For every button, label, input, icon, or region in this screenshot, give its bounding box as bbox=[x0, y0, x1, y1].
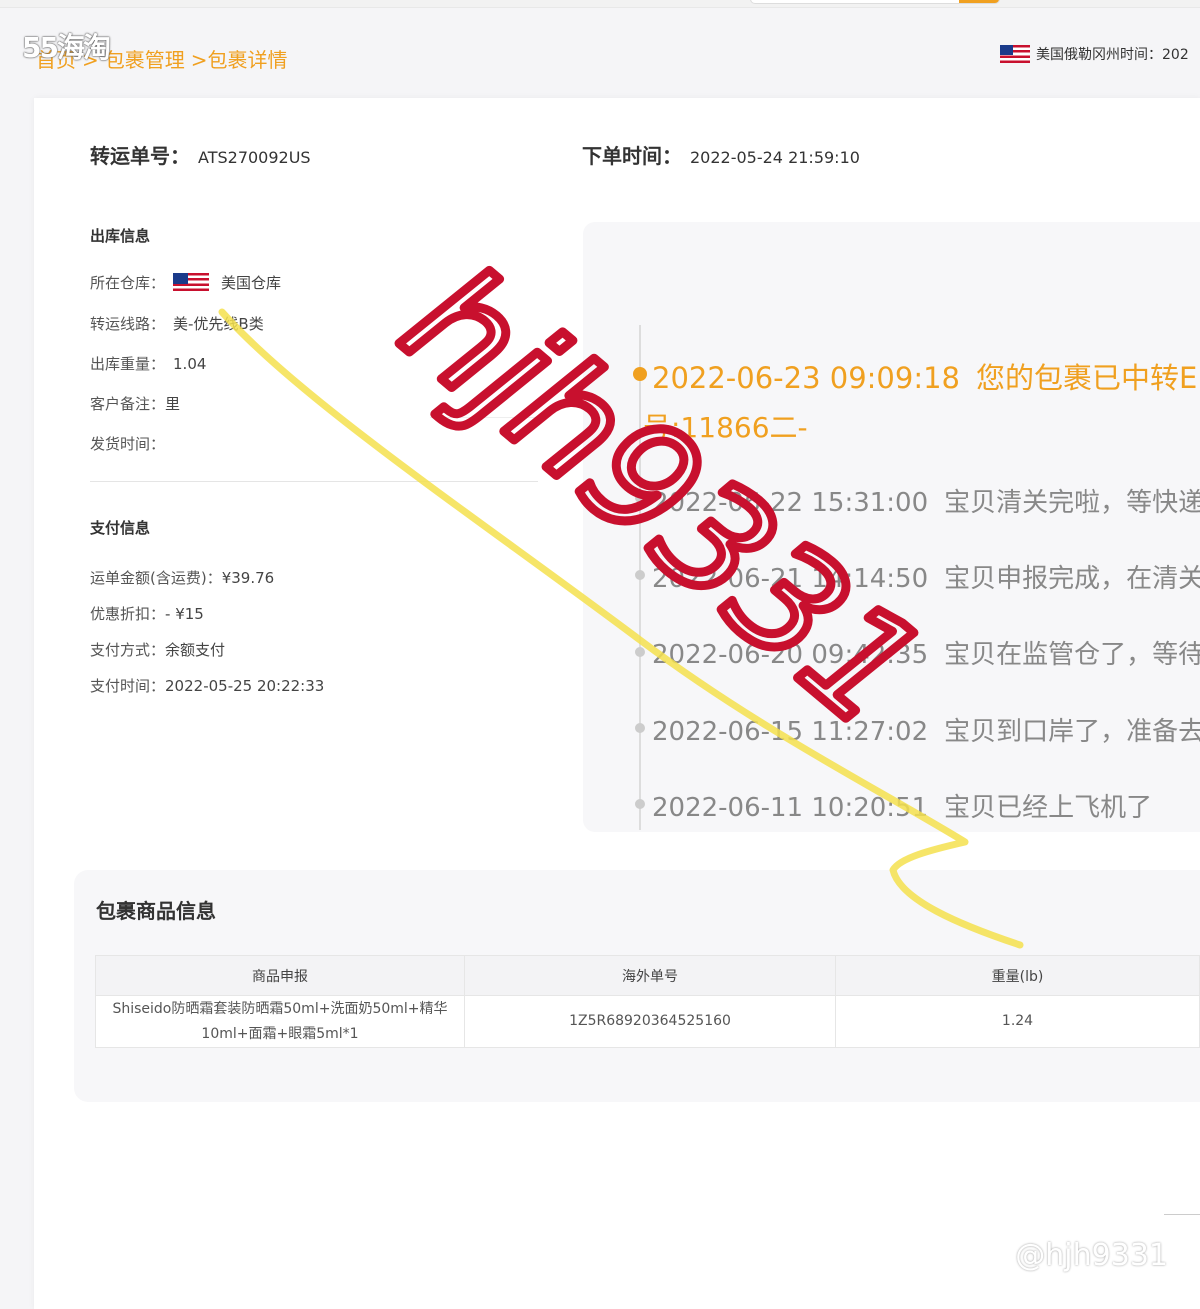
note-divider bbox=[430, 417, 538, 418]
timeline-dot bbox=[633, 367, 647, 381]
event-message: 宝贝清关完啦，等快递小 bbox=[944, 488, 1200, 518]
note-label: 客户备注： bbox=[90, 395, 166, 413]
timeline-event: 2022-06-11 10:20:51 宝贝已经上飞机了 bbox=[652, 787, 1152, 824]
amount-label: 运单金额(含运费)： bbox=[90, 569, 222, 587]
goods-table: 商品申报 海外单号 重量(lb) Shiseido防晒霜套装防晒霜50ml+洗面… bbox=[95, 955, 1200, 1048]
amount-row: 运单金额(含运费)： ¥39.76 bbox=[90, 567, 274, 588]
top-bar bbox=[0, 0, 1200, 8]
goods-declaration-cell: Shiseido防晒霜套装防晒霜50ml+洗面奶50ml+精华10ml+面霜+眼… bbox=[95, 995, 465, 1048]
timeline-event: 2022-06-20 09:42:35 宝贝在监管仓了，等待 bbox=[652, 634, 1200, 671]
timeline-event: 2022-06-22 15:31:00 宝贝清关完啦，等快递小 bbox=[652, 482, 1200, 519]
timeline-dot bbox=[635, 799, 645, 809]
route-label: 转运线路： bbox=[90, 315, 166, 333]
column-header: 商品申报 bbox=[95, 955, 465, 996]
timeline-event: 2022-06-21 14:14:50 宝贝申报完成，在清关啦 bbox=[652, 558, 1200, 595]
timeline-dot bbox=[635, 570, 645, 580]
column-header: 海外单号 bbox=[464, 955, 836, 996]
us-flag-icon bbox=[173, 272, 210, 293]
event-time: 2022-06-11 10:20:51 bbox=[652, 793, 929, 823]
pay-time-label: 支付时间： bbox=[90, 677, 166, 695]
warehouse-label: 所在仓库： bbox=[90, 274, 166, 292]
weight-value: 1.04 bbox=[173, 354, 207, 373]
discount-row: 优惠折扣： - ¥15 bbox=[90, 603, 204, 624]
order-time-value: 2022-05-24 21:59:10 bbox=[690, 148, 860, 167]
pay-method-row: 支付方式： 余额支付 bbox=[90, 639, 225, 660]
breadcrumb-package-management[interactable]: 包裹管理 bbox=[105, 48, 185, 72]
timeline-event: 2022-06-15 11:27:02 宝贝到口岸了，准备去监 bbox=[652, 711, 1200, 748]
payment-section-title: 支付信息 bbox=[90, 519, 151, 537]
amount-value: ¥39.76 bbox=[221, 568, 275, 587]
search-button[interactable] bbox=[959, 0, 999, 3]
event-message: 宝贝在监管仓了，等待 bbox=[944, 640, 1200, 670]
warehouse-row: 所在仓库： 美国仓库 bbox=[90, 272, 281, 293]
divider bbox=[1164, 1214, 1200, 1215]
event-time: 2022-06-22 15:31:00 bbox=[652, 488, 929, 518]
event-message: 您的包裹已中转EM bbox=[976, 361, 1200, 395]
route-value: 美-优先线B类 bbox=[173, 315, 264, 333]
pay-time-value: 2022-05-25 20:22:33 bbox=[165, 676, 325, 695]
pay-time-row: 支付时间： 2022-05-25 20:22:33 bbox=[90, 675, 324, 696]
order-time-label: 下单时间： bbox=[582, 144, 682, 168]
warehouse-value: 美国仓库 bbox=[221, 274, 282, 292]
column-header: 重量(lb) bbox=[835, 955, 1200, 996]
timeline-dot bbox=[635, 493, 645, 503]
ship-time-label: 发货时间： bbox=[90, 435, 166, 453]
pay-method-label: 支付方式： bbox=[90, 641, 166, 659]
event-time: 2022-06-20 09:42:35 bbox=[652, 640, 929, 670]
event-message: 宝贝申报完成，在清关啦 bbox=[944, 564, 1200, 594]
section-divider bbox=[90, 481, 538, 482]
pay-method-value: 余额支付 bbox=[165, 641, 226, 659]
goods-section-title: 包裹商品信息 bbox=[96, 899, 216, 923]
weight-label: 出库重量： bbox=[90, 355, 166, 373]
discount-label: 优惠折扣： bbox=[90, 605, 166, 623]
note-row: 客户备注：里 bbox=[90, 393, 180, 414]
discount-value: - ¥15 bbox=[165, 604, 204, 623]
timezone-label: 美国俄勒冈州时间：202 bbox=[1036, 47, 1189, 63]
ship-time-row: 发货时间： bbox=[90, 433, 165, 454]
event-message: 宝贝到口岸了，准备去监 bbox=[944, 717, 1200, 747]
corner-watermark: @hjh9331 bbox=[1015, 1238, 1168, 1273]
timeline-dot bbox=[635, 723, 645, 733]
tracking-label: 转运单号： bbox=[90, 144, 190, 168]
event-detail: 号:11866二- bbox=[643, 411, 808, 444]
event-time: 2022-06-21 14:14:50 bbox=[652, 564, 929, 594]
app-logo-watermark: 55海淘 bbox=[22, 31, 111, 64]
outbound-section-title: 出库信息 bbox=[90, 227, 151, 245]
breadcrumb-package-detail: >包裹详情 bbox=[190, 48, 288, 72]
timeline-event: 2022-06-23 09:09:18 您的包裹已中转EM bbox=[652, 355, 1200, 397]
search-input[interactable] bbox=[750, 0, 1000, 4]
weight-cell: 1.24 bbox=[835, 995, 1200, 1048]
order-time: 下单时间： 2022-05-24 21:59:10 bbox=[582, 140, 860, 169]
note-value: 里 bbox=[165, 395, 181, 413]
tracking-number: 转运单号： ATS270092US bbox=[90, 140, 311, 169]
event-message: 宝贝已经上飞机了 bbox=[944, 793, 1153, 823]
timeline-dot bbox=[635, 647, 645, 657]
event-time: 2022-06-23 09:09:18 bbox=[652, 361, 960, 395]
overseas-tracking-cell: 1Z5R68920364525160 bbox=[464, 995, 836, 1048]
table-row: Shiseido防晒霜套装防晒霜50ml+洗面奶50ml+精华10ml+面霜+眼… bbox=[95, 995, 1200, 1048]
timezone-display: 美国俄勒冈州时间：202 bbox=[1000, 44, 1189, 64]
tracking-value: ATS270092US bbox=[198, 148, 311, 167]
table-header-row: 商品申报 海外单号 重量(lb) bbox=[95, 955, 1200, 996]
weight-row: 出库重量： 1.04 bbox=[90, 353, 206, 374]
event-time: 2022-06-15 11:27:02 bbox=[652, 717, 929, 747]
us-flag-icon bbox=[1000, 45, 1030, 63]
route-row: 转运线路： 美-优先线B类 bbox=[90, 313, 264, 334]
